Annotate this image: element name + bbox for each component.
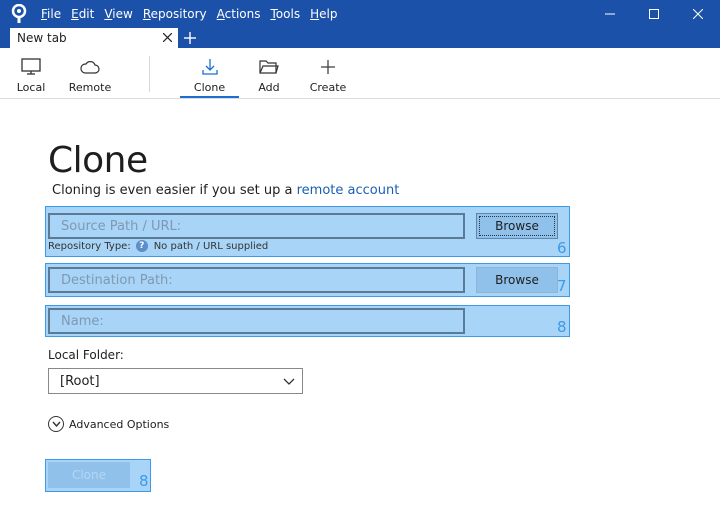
- sourcetree-logo-icon: [6, 1, 32, 27]
- chevron-down-icon: [282, 374, 296, 392]
- overlay-number: 8: [557, 318, 567, 336]
- close-window-button[interactable]: [676, 0, 720, 28]
- toolbar-separator: [149, 56, 150, 92]
- new-tab-button[interactable]: [180, 28, 200, 48]
- destination-path-placeholder: Destination Path:: [61, 272, 173, 288]
- page-subtitle: Cloning is even easier if you set up a r…: [52, 183, 399, 198]
- menu-actions[interactable]: Actions: [212, 7, 266, 21]
- local-folder-value: [Root]: [60, 373, 100, 389]
- page-title: Clone: [48, 140, 148, 181]
- plus-icon: [184, 32, 196, 44]
- local-folder-label: Local Folder:: [48, 348, 124, 362]
- repository-type-value: No path / URL supplied: [153, 240, 269, 252]
- overlay-number: 7: [557, 277, 567, 295]
- plus-icon: [320, 57, 336, 77]
- monitor-icon: [21, 57, 41, 77]
- create-label: Create: [309, 81, 347, 94]
- local-folder-select[interactable]: [Root]: [48, 368, 303, 394]
- menu-help[interactable]: Help: [305, 7, 342, 21]
- help-icon[interactable]: ?: [135, 240, 148, 252]
- window-controls: [588, 0, 720, 28]
- folder-icon: [259, 57, 279, 77]
- destination-path-input[interactable]: Destination Path:: [48, 267, 465, 293]
- toolbar: Local Remote Clone Add Create: [0, 48, 720, 99]
- menu-bar: File Edit View Repository Actions Tools …: [36, 7, 342, 21]
- name-placeholder: Name:: [61, 313, 104, 329]
- repository-type-label: Repository Type:: [48, 240, 131, 252]
- menu-repository[interactable]: Repository: [138, 7, 212, 21]
- remote-account-link[interactable]: remote account: [297, 183, 400, 198]
- minimize-icon: [605, 13, 615, 15]
- tab-new-tab[interactable]: New tab: [10, 28, 178, 48]
- add-label: Add: [258, 81, 280, 94]
- minimize-button[interactable]: [588, 0, 632, 28]
- repository-type-row: Repository Type: ? No path / URL supplie…: [48, 240, 268, 252]
- add-button[interactable]: Add: [250, 48, 288, 98]
- tab-label: New tab: [17, 31, 67, 45]
- create-button[interactable]: Create: [307, 48, 349, 98]
- active-tab-indicator: [180, 96, 239, 98]
- menu-edit[interactable]: Edit: [66, 7, 99, 21]
- tab-bar: New tab: [0, 28, 720, 48]
- source-browse-button[interactable]: Browse: [476, 213, 558, 239]
- subtitle-text: Cloning is even easier if you set up a: [52, 183, 297, 198]
- destination-browse-button[interactable]: Browse: [476, 267, 558, 293]
- expand-circle-icon: [48, 416, 64, 432]
- clone-tab-label: Clone: [193, 81, 226, 94]
- remote-button[interactable]: Remote: [68, 48, 112, 98]
- name-input[interactable]: Name:: [48, 308, 465, 334]
- menu-tools[interactable]: Tools: [266, 7, 306, 21]
- local-label: Local: [16, 81, 46, 94]
- title-bar: File Edit View Repository Actions Tools …: [0, 0, 720, 28]
- overlay-number: 6: [557, 239, 567, 257]
- clone-tab-button[interactable]: Clone: [180, 48, 239, 98]
- maximize-icon: [649, 9, 659, 19]
- menu-view[interactable]: View: [99, 7, 137, 21]
- close-icon: [162, 32, 172, 42]
- local-button[interactable]: Local: [12, 48, 50, 98]
- clone-page: Clone Cloning is even easier if you set …: [0, 100, 720, 532]
- menu-file[interactable]: File: [36, 7, 66, 21]
- source-path-placeholder: Source Path / URL:: [61, 218, 182, 234]
- advanced-options-label: Advanced Options: [69, 417, 170, 431]
- maximize-button[interactable]: [632, 0, 676, 28]
- tab-close-button[interactable]: [160, 30, 174, 44]
- source-path-input[interactable]: Source Path / URL:: [48, 213, 465, 239]
- overlay-number: 8: [139, 472, 149, 490]
- advanced-options-toggle[interactable]: Advanced Options: [48, 416, 169, 432]
- download-icon: [201, 57, 219, 77]
- close-icon: [693, 9, 703, 19]
- clone-button[interactable]: Clone: [48, 462, 130, 488]
- remote-label: Remote: [68, 81, 112, 94]
- cloud-icon: [80, 57, 100, 77]
